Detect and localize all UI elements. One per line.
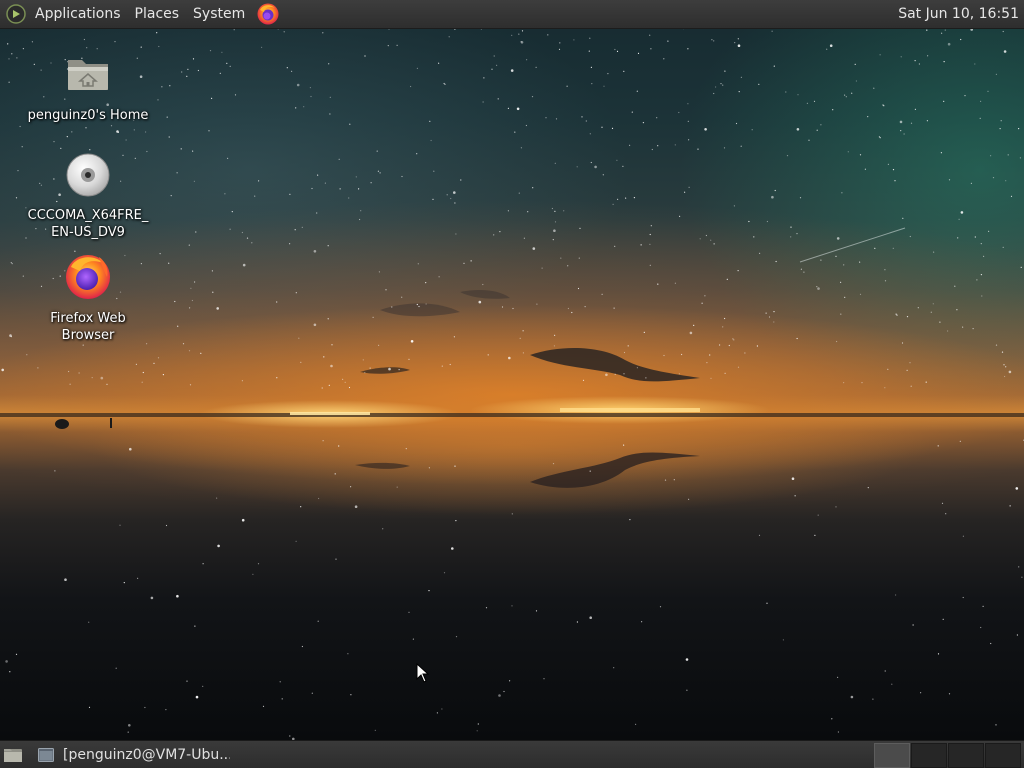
- workspace-3[interactable]: [948, 743, 984, 768]
- desktop-icon-home-label: penguinz0's Home: [27, 108, 149, 123]
- desktop-icon-disc-label: CCCOMA_X64FRE_ EN-US_DV9: [27, 208, 149, 240]
- show-desktop-icon[interactable]: [2, 745, 24, 765]
- optical-disc-icon: [18, 152, 158, 203]
- bottom-panel: [penguinz0@VM7-Ubu...: [0, 740, 1024, 768]
- clock[interactable]: Sat Jun 10, 16:51: [891, 0, 1024, 28]
- mate-logo-icon[interactable]: [6, 4, 26, 24]
- home-folder-icon: [18, 50, 158, 103]
- workspace-4[interactable]: [985, 743, 1021, 768]
- firefox-icon: [18, 251, 158, 306]
- system-menu[interactable]: System: [186, 0, 252, 28]
- desktop-icon-firefox[interactable]: Firefox Web Browser: [18, 251, 158, 344]
- firefox-launcher-icon[interactable]: [256, 2, 280, 26]
- desktop-icon-home[interactable]: penguinz0's Home: [18, 50, 158, 124]
- desktop-icon-disc[interactable]: CCCOMA_X64FRE_ EN-US_DV9: [18, 152, 158, 241]
- terminal-window-icon: [38, 748, 54, 762]
- workspace-2[interactable]: [911, 743, 947, 768]
- mouse-pointer-icon: [416, 663, 430, 683]
- places-menu[interactable]: Places: [128, 0, 187, 28]
- taskbar-window-label: [penguinz0@VM7-Ubu...: [63, 747, 230, 763]
- desktop[interactable]: Applications Places System Sat Jun 10, 1…: [0, 0, 1024, 768]
- workspace-1[interactable]: [874, 743, 910, 768]
- desktop-icon-firefox-label: Firefox Web Browser: [50, 311, 126, 343]
- top-panel: Applications Places System Sat Jun 10, 1…: [0, 0, 1024, 29]
- applications-menu[interactable]: Applications: [28, 0, 128, 28]
- taskbar-window-button[interactable]: [penguinz0@VM7-Ubu...: [30, 743, 230, 767]
